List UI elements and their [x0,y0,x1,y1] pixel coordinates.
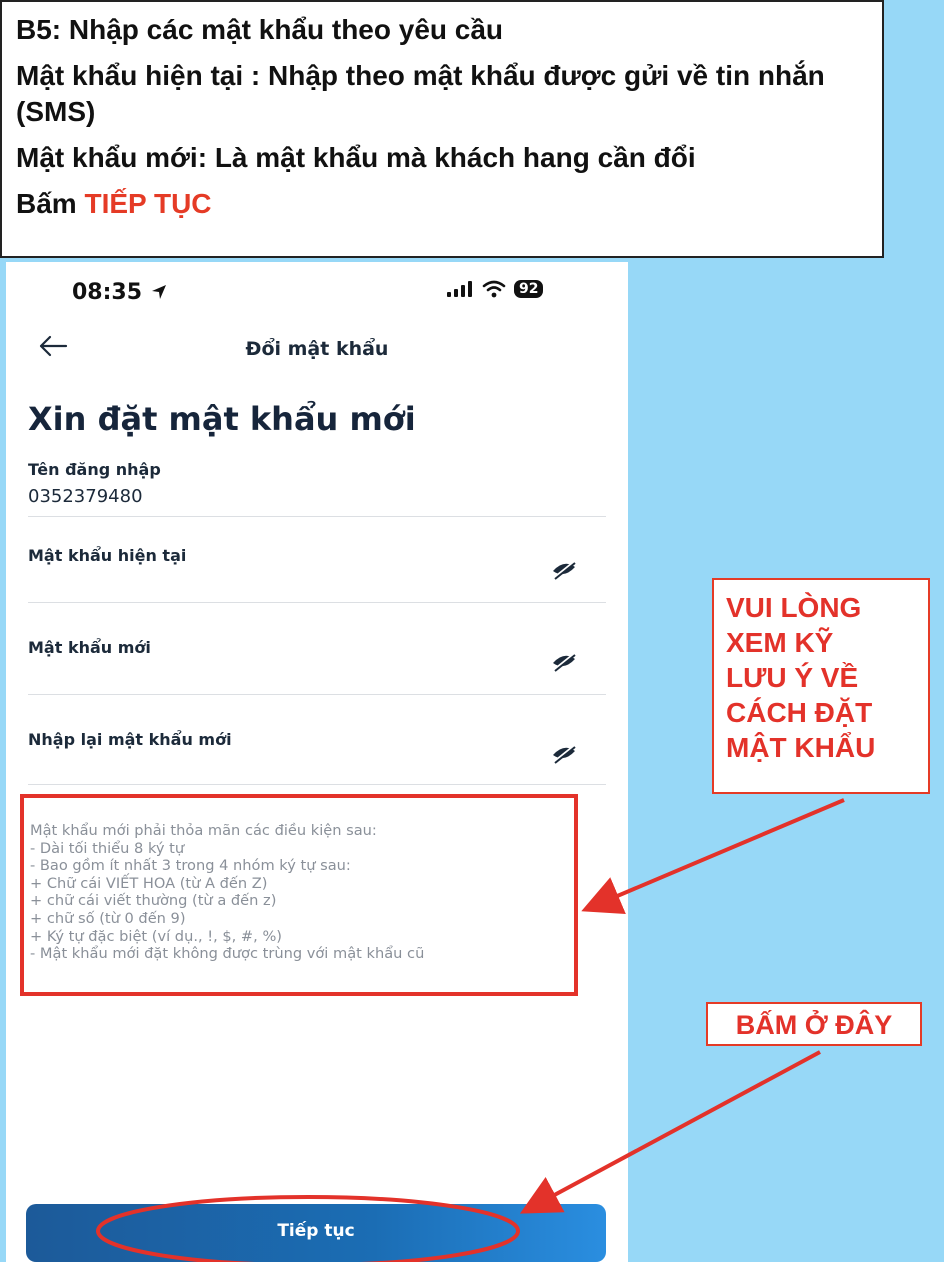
password-rules: Mật khẩu mới phải thỏa mãn các điều kiện… [20,794,578,996]
eye-slash-icon[interactable] [550,558,578,580]
current-password-field[interactable]: Mật khẩu hiện tại [28,546,186,565]
username-label: Tên đăng nhập [28,460,161,479]
location-arrow-icon [151,285,166,299]
divider [28,694,606,695]
phone-screen: 08:35 92 Đổi mật khẩu Xin đặt mật khẩu m… [6,262,628,1262]
rule-line: - Mật khẩu mới đặt không được trùng với … [30,945,425,963]
review-notes-callout: VUI LÒNG XEM KỸ LƯU Ý VỀ CÁCH ĐẶT MẬT KH… [712,578,930,794]
instruction-box: B5: Nhập các mật khẩu theo yêu cầu Mật k… [0,0,884,258]
status-indicators: 92 [446,280,544,298]
status-time-text: 08:35 [72,280,143,305]
eye-slash-icon[interactable] [550,650,578,672]
rule-line: Mật khẩu mới phải thỏa mãn các điều kiện… [30,822,377,839]
rule-line: + chữ số (từ 0 đến 9) [30,909,186,927]
page-heading: Xin đặt mật khẩu mới [28,400,416,438]
instruction-press-action: TIẾP TỤC [84,188,212,219]
callout-line: VUI LÒNG [726,592,862,623]
instruction-current-password: Mật khẩu hiện tại : Nhập theo mật khẩu đ… [16,60,825,127]
arrow-to-rules [581,798,845,915]
instruction-press: Bấm TIẾP TỤC [16,186,868,222]
rule-line: + Ký tự đặc biệt (ví dụ., !, $, #, %) [30,927,282,945]
status-time: 08:35 [72,280,168,305]
eye-slash-icon[interactable] [550,742,578,764]
callout-line: LƯU Ý VỀ [726,662,859,693]
rule-line: + Chữ cái VIẾT HOA (từ A đến Z) [30,874,268,892]
nav-title: Đổi mật khẩu [245,338,389,360]
divider [28,784,606,785]
rule-line: - Dài tối thiểu 8 ký tự [30,839,185,857]
instruction-new-password: Mật khẩu mới: Là mật khẩu mà khách hang … [16,142,696,173]
divider [28,602,606,603]
signal-icon [447,281,472,297]
username-value: 0352379480 [28,486,143,507]
callout-line: MẬT KHẨU [726,732,876,763]
instruction-press-prefix: Bấm [16,188,85,219]
new-password-field[interactable]: Mật khẩu mới [28,638,151,657]
confirm-password-field[interactable]: Nhập lại mật khẩu mới [28,730,232,749]
continue-button[interactable]: Tiếp tục [26,1204,606,1262]
instruction-step: B5: Nhập các mật khẩu theo yêu cầu [16,14,504,45]
callout-line: CÁCH ĐẶT [726,697,873,728]
callout-line: XEM KỸ [726,627,834,658]
rule-line: + chữ cái viết thường (từ a đến z) [30,892,277,910]
battery-icon: 92 [514,280,544,298]
divider [28,516,606,517]
rule-line: - Bao gồm ít nhất 3 trong 4 nhóm ký tự s… [30,857,351,875]
wifi-icon [482,280,506,298]
press-here-callout: BẤM Ở ĐÂY [706,1002,922,1046]
